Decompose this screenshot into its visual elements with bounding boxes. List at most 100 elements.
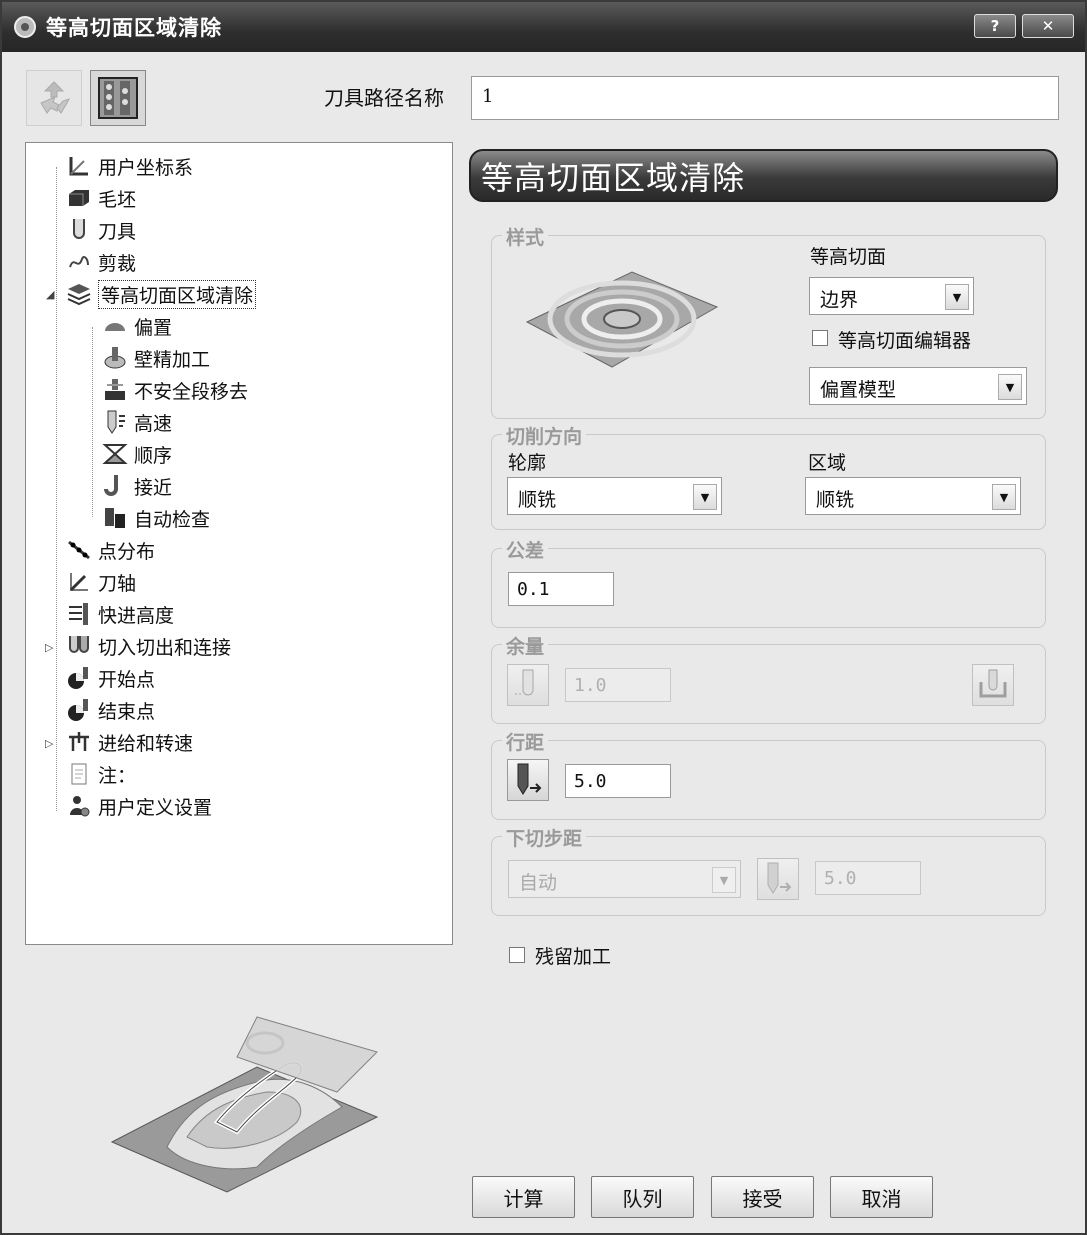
chevron-down-icon: ▼	[693, 484, 717, 510]
style-group-title: 样式	[502, 223, 549, 250]
tree-expand-toggle[interactable]: ▷	[45, 737, 53, 750]
tree-item-tool-axis[interactable]: 刀轴	[66, 567, 136, 597]
slice-editor-checkbox[interactable]	[812, 330, 828, 346]
wall-finish-icon	[104, 347, 126, 369]
toolpath-name-label: 刀具路径名称	[324, 86, 444, 110]
allowance-tool-button[interactable]	[507, 664, 549, 706]
recycle-button[interactable]	[26, 70, 82, 126]
close-button[interactable]: ✕	[1022, 14, 1074, 38]
tree-item-approach[interactable]: 接近	[102, 471, 172, 501]
tree-item-strategy[interactable]: 等高切面区域清除	[66, 279, 257, 309]
tree-item-user-coordinate[interactable]: 用户坐标系	[66, 151, 193, 181]
stepdown-title: 下切步距	[502, 824, 587, 851]
offset-icon	[105, 323, 125, 331]
stepdown-mode-select[interactable]: 自动 ▼	[508, 860, 741, 898]
strategy-banner: 等高切面区域清除	[469, 149, 1058, 202]
tree-item-tool[interactable]: 刀具	[66, 215, 136, 245]
tree-item-unsafe-remove[interactable]: 不安全段移去	[102, 375, 248, 405]
tree-item-point-distribution[interactable]: 点分布	[66, 535, 155, 565]
high-speed-icon	[107, 410, 125, 434]
area-direction-select[interactable]: 顺铣 ▼	[805, 477, 1021, 515]
cancel-button[interactable]: 取消	[830, 1176, 933, 1218]
chevron-down-icon: ▼	[945, 284, 969, 310]
axis-icon	[69, 157, 88, 176]
tool-axis-icon	[69, 573, 88, 592]
auto-check-icon	[105, 508, 125, 528]
tree-item-high-speed[interactable]: 高速	[102, 407, 172, 437]
toolpath-name-input[interactable]: 1	[471, 76, 1059, 120]
stepover-input[interactable]: 5.0	[565, 764, 671, 798]
user-settings-icon	[70, 796, 90, 817]
accept-button[interactable]: 接受	[711, 1176, 814, 1218]
queue-button[interactable]: 队列	[591, 1176, 694, 1218]
note-icon	[71, 763, 87, 785]
dialog-window: 等高切面区域清除 ? ✕ 刀具路径名称 1 用户坐标系 毛坯 刀具 剪裁 ◢ 等…	[0, 0, 1087, 1235]
point-distribution-icon	[68, 540, 90, 560]
stepdown-input[interactable]: 5.0	[815, 861, 921, 895]
tree-guide-line	[92, 327, 93, 517]
allowance-title: 余量	[502, 632, 549, 659]
tool-allowance-icon	[515, 669, 534, 696]
calculate-button[interactable]: 计算	[472, 1176, 575, 1218]
slice-label: 等高切面	[810, 246, 887, 268]
stepover-tool-button[interactable]	[507, 759, 549, 801]
stepover-title: 行距	[502, 728, 549, 755]
tree-item-user-settings[interactable]: 用户定义设置	[66, 791, 212, 821]
stepdown-copy-icon	[767, 862, 792, 894]
stepdown-tool-button[interactable]	[757, 858, 799, 900]
tree-collapse-toggle[interactable]: ◢	[46, 288, 54, 301]
tree-item-offset[interactable]: 偏置	[102, 311, 172, 341]
tolerance-title: 公差	[502, 536, 549, 563]
tree-item-rapid-height[interactable]: 快进高度	[66, 599, 174, 629]
tree-expand-toggle[interactable]: ▷	[45, 641, 53, 654]
approach-icon	[104, 475, 118, 496]
slice-editor-label: 等高切面编辑器	[838, 330, 972, 352]
tree-item-start-point[interactable]: 开始点	[66, 663, 155, 693]
unsafe-remove-icon	[105, 379, 125, 400]
offset-model-select[interactable]: 偏置模型 ▼	[809, 367, 1027, 405]
allowance-input[interactable]: 1.0	[565, 668, 671, 702]
tree-item-wall-finish[interactable]: 壁精加工	[102, 343, 210, 373]
tree-item-notes[interactable]: 注：	[66, 759, 136, 789]
style-preview-image	[525, 271, 719, 368]
help-button[interactable]: ?	[974, 14, 1016, 38]
tree-item-order[interactable]: 顺序	[102, 439, 172, 469]
stepover-copy-icon	[517, 763, 542, 795]
tree-item-trim[interactable]: 剪裁	[66, 247, 136, 277]
cut-direction-title: 切削方向	[502, 422, 587, 449]
tree-item-feeds-speeds[interactable]: 进给和转速	[66, 727, 193, 757]
order-icon	[102, 444, 128, 464]
tolerance-input[interactable]: 0.1	[508, 572, 614, 606]
tree-item-leads-links[interactable]: 切入切出和连接	[66, 631, 231, 661]
tree-item-block[interactable]: 毛坯	[66, 183, 136, 213]
area-label: 区域	[808, 452, 847, 474]
window-title: 等高切面区域清除	[46, 16, 222, 40]
tool-icon	[73, 219, 85, 239]
tree-item-auto-check[interactable]: 自动检查	[102, 503, 210, 533]
app-icon	[14, 16, 36, 38]
chevron-down-icon: ▼	[992, 484, 1016, 510]
slice-type-select[interactable]: 边界 ▼	[809, 277, 974, 315]
toolpath-pattern-icon	[98, 77, 138, 119]
end-point-icon	[68, 699, 88, 721]
trim-icon	[69, 255, 89, 268]
tree-guide-line	[56, 167, 57, 811]
rapid-height-icon	[69, 603, 88, 625]
profile-label: 轮廓	[508, 452, 547, 474]
component-allowance-icon	[979, 669, 1007, 698]
rest-machining-checkbox[interactable]	[509, 947, 525, 963]
rest-machining-label: 残留加工	[535, 946, 612, 968]
leads-links-icon	[69, 636, 89, 653]
toolpath-view-button[interactable]	[90, 70, 146, 126]
strategy-tree: 用户坐标系 毛坯 刀具 剪裁 ◢ 等高切面区域清除 偏置 壁精加工 不安全段移去…	[25, 142, 453, 945]
tree-item-end-point[interactable]: 结束点	[66, 695, 155, 725]
layers-icon	[67, 284, 91, 306]
model-preview-image	[110, 1016, 379, 1193]
feeds-speeds-icon	[69, 732, 89, 751]
start-point-icon	[68, 667, 88, 689]
chevron-down-icon: ▼	[712, 867, 736, 893]
recycle-icon	[40, 81, 70, 114]
profile-direction-select[interactable]: 顺铣 ▼	[507, 477, 722, 515]
component-allowance-button[interactable]	[972, 664, 1014, 706]
chevron-down-icon: ▼	[998, 374, 1022, 400]
